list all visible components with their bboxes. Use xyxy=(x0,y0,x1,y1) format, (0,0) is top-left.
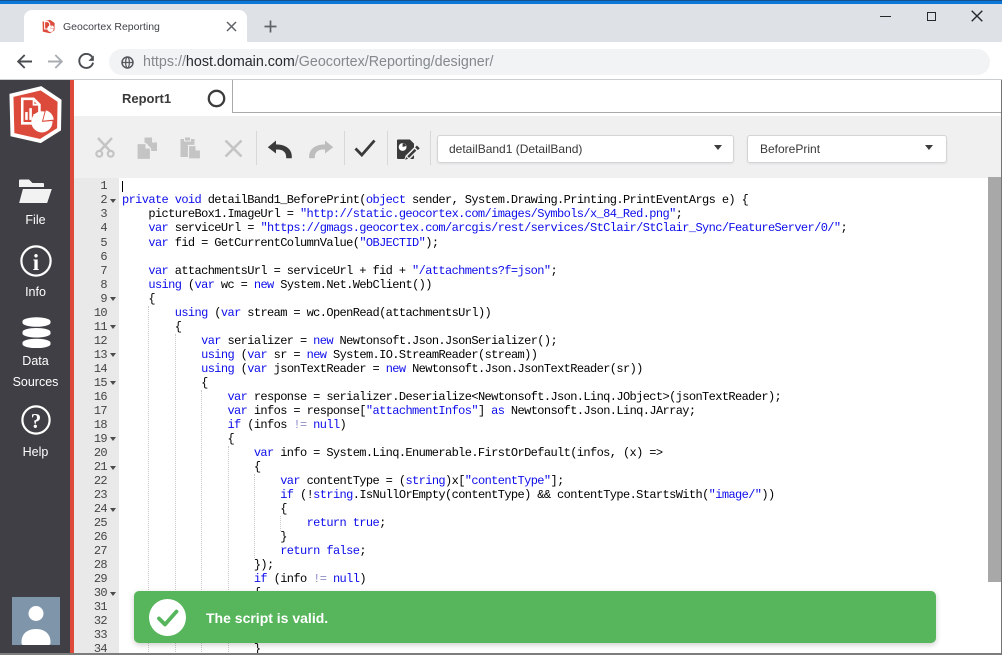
svg-text:?: ? xyxy=(30,409,41,433)
svg-text:i: i xyxy=(32,250,39,275)
